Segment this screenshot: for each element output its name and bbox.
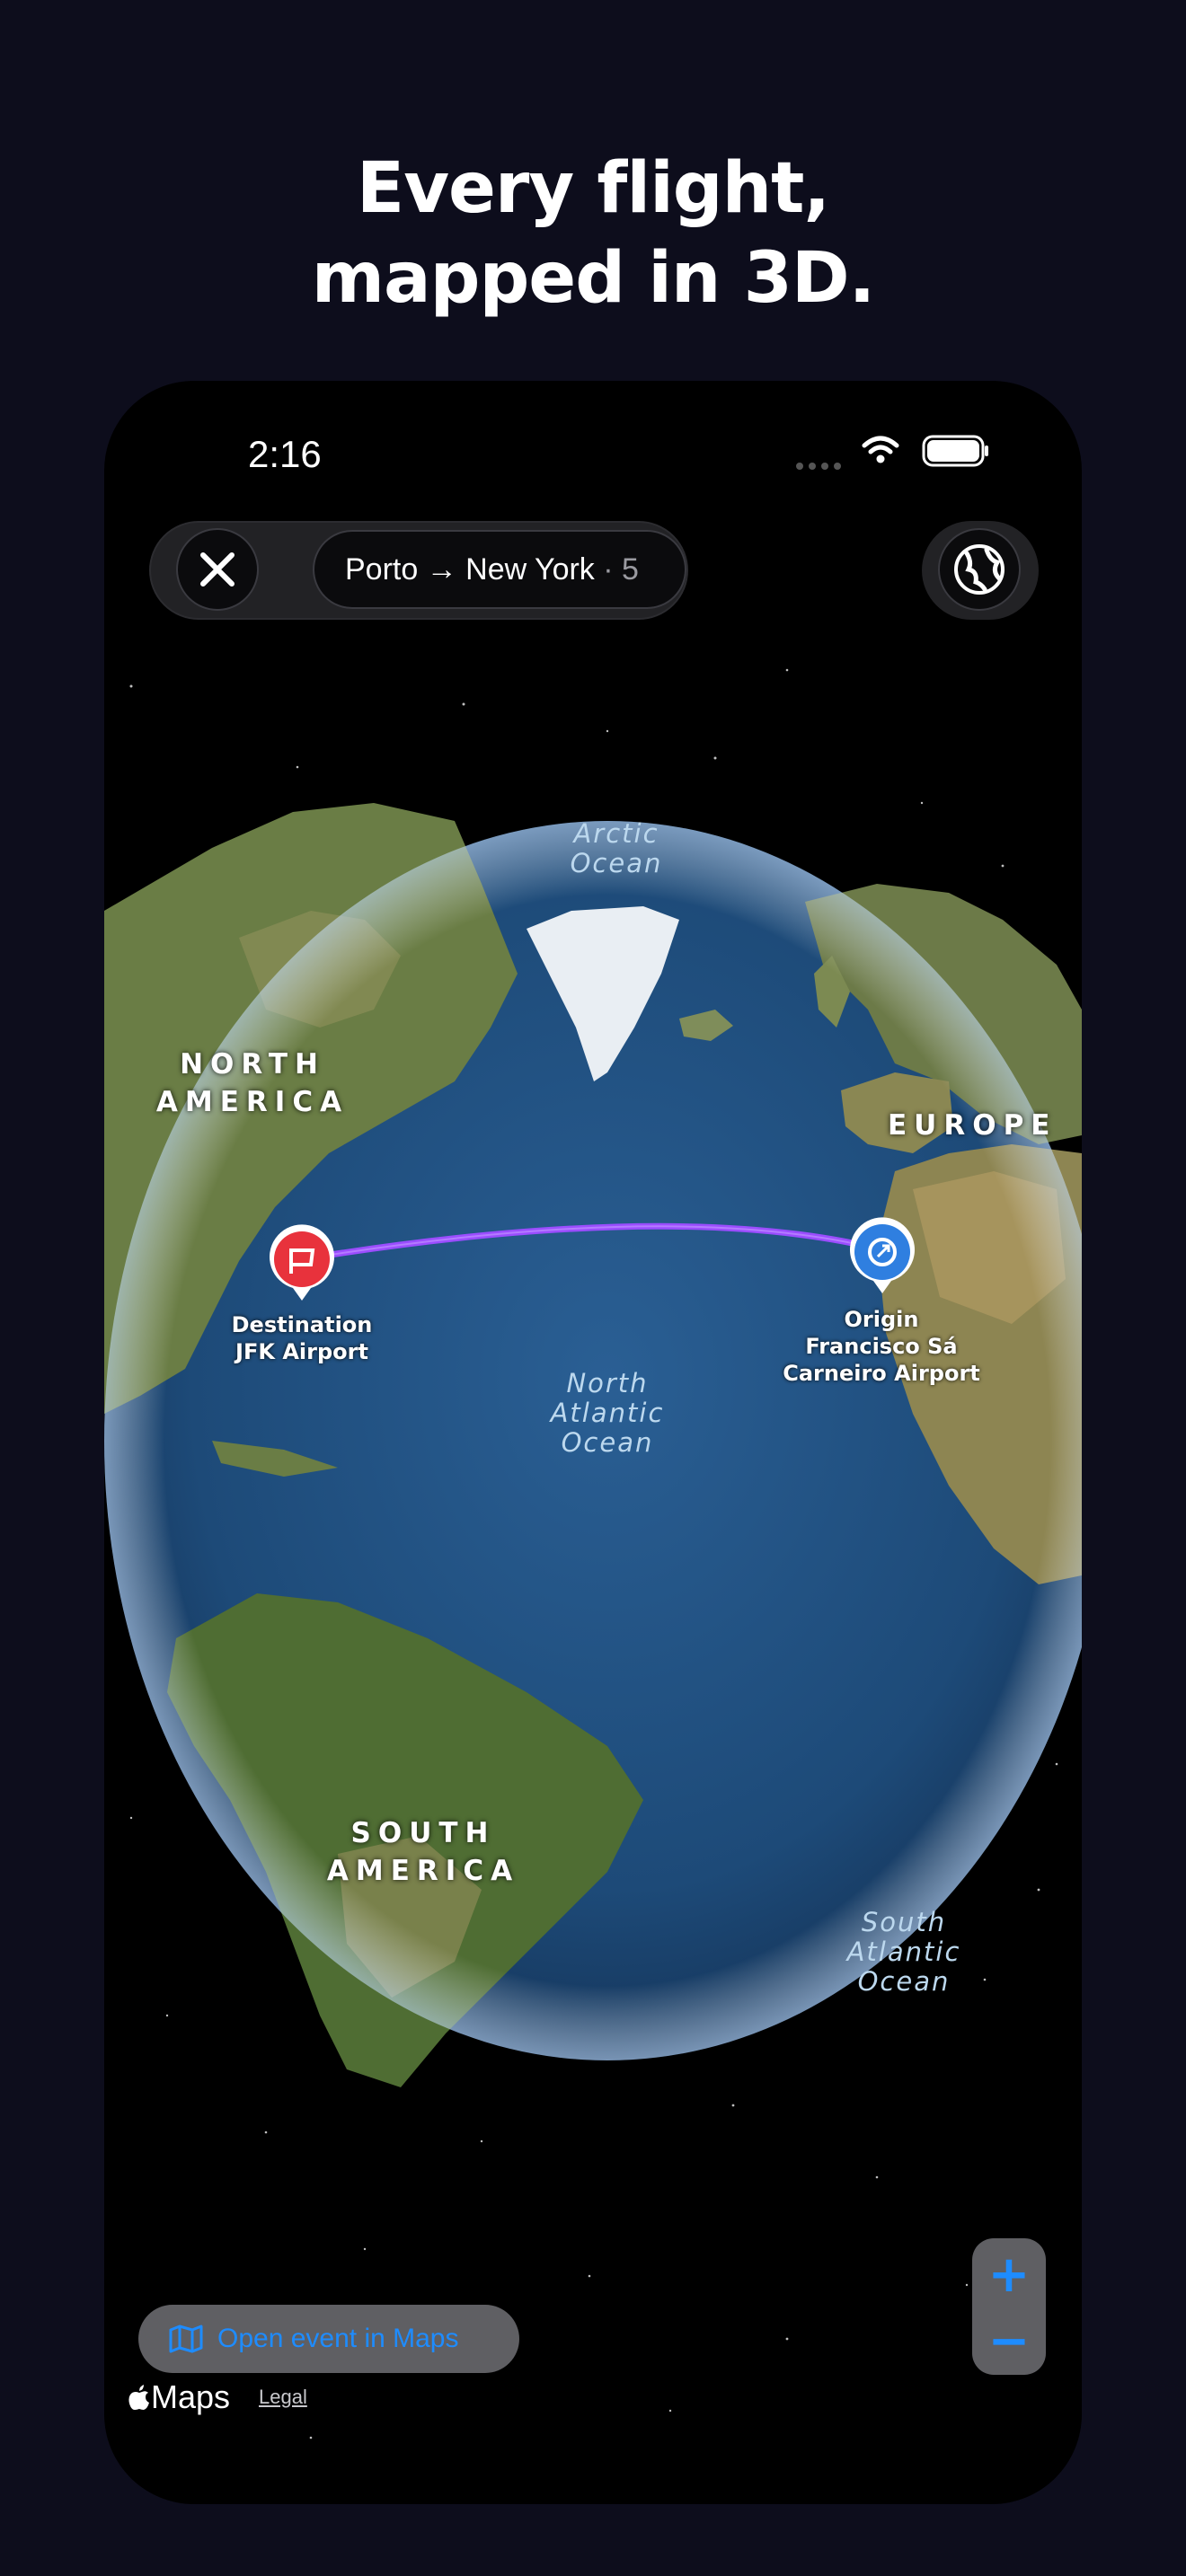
- ocean-label-north-atlantic-1: North: [566, 1368, 649, 1398]
- origin-title: Origin: [844, 1307, 919, 1332]
- origin-pin[interactable]: [846, 1216, 918, 1297]
- zoom-out-button[interactable]: −: [972, 2312, 1046, 2370]
- battery-icon: [922, 435, 988, 467]
- route-text: Porto → New York: [345, 552, 595, 587]
- ocean-label-south-atlantic-3: Ocean: [857, 1966, 951, 1997]
- origin-name-1: Francisco Sá: [805, 1334, 958, 1359]
- continent-label-north-america-1: NORTH: [180, 1048, 325, 1081]
- apple-maps-logo: Maps: [128, 2378, 230, 2416]
- ocean-label-north-atlantic-3: Ocean: [561, 1427, 654, 1458]
- globe-icon: [954, 544, 1005, 595]
- continent-label-south-america-2: AMERICA: [326, 1855, 520, 1887]
- ocean-label-arctic-2: Ocean: [570, 848, 663, 878]
- ocean-label-arctic: Arctic Ocean: [535, 819, 697, 878]
- headline-line-2: mapped in 3D.: [311, 238, 876, 319]
- wifi-icon: [862, 436, 899, 463]
- ocean-label-south-atlantic: South Atlantic Ocean: [805, 1908, 1003, 1997]
- open-in-maps-button[interactable]: Open event in Maps: [138, 2305, 519, 2373]
- signal-dots-icon: [796, 463, 841, 470]
- close-icon: [200, 552, 235, 587]
- close-button[interactable]: [176, 528, 259, 611]
- route-pill[interactable]: Porto → New York · 5: [313, 530, 686, 609]
- route-count: 5: [622, 552, 639, 587]
- destination-name: JFK Airport: [235, 1339, 368, 1364]
- destination-pin[interactable]: [266, 1223, 338, 1304]
- ocean-label-south-atlantic-2: Atlantic: [846, 1936, 961, 1967]
- origin-label: Origin Francisco Sá Carneiro Airport: [769, 1306, 994, 1387]
- route-separator: ·: [594, 552, 623, 587]
- headline-line-1: Every flight,: [356, 148, 830, 229]
- globe-view-button[interactable]: [938, 528, 1021, 611]
- zoom-in-button[interactable]: +: [972, 2245, 1046, 2304]
- apple-logo-icon: [128, 2385, 149, 2410]
- ocean-label-south-atlantic-1: South: [861, 1907, 947, 1937]
- continent-label-south-america: SOUTH AMERICA: [293, 1814, 553, 1890]
- open-in-maps-label: Open event in Maps: [217, 2324, 459, 2353]
- status-time: 2:16: [248, 433, 322, 475]
- continent-label-south-america-1: SOUTH: [350, 1817, 496, 1849]
- continent-label-north-america-2: AMERICA: [155, 1086, 350, 1118]
- legal-link[interactable]: Legal: [259, 2386, 307, 2409]
- zoom-control: + −: [972, 2238, 1046, 2375]
- destination-title: Destination: [231, 1312, 373, 1337]
- continent-label-europe: EUROPE: [888, 1109, 1058, 1142]
- ocean-label-north-atlantic-2: Atlantic: [550, 1398, 665, 1428]
- origin-name-2: Carneiro Airport: [783, 1361, 980, 1386]
- continent-label-north-america: NORTH AMERICA: [140, 1045, 365, 1121]
- ocean-label-arctic-1: Arctic: [573, 818, 659, 849]
- ocean-label-north-atlantic: North Atlantic Ocean: [509, 1369, 706, 1458]
- map-icon: [169, 2325, 203, 2353]
- maps-brand-text: Maps: [151, 2378, 231, 2415]
- phone-frame: 2:16 Porto → New York · 5 Arctic Ocean N…: [104, 381, 1082, 2504]
- headline: Every flight, mapped in 3D.: [0, 144, 1186, 323]
- destination-label: Destination JFK Airport: [203, 1311, 401, 1365]
